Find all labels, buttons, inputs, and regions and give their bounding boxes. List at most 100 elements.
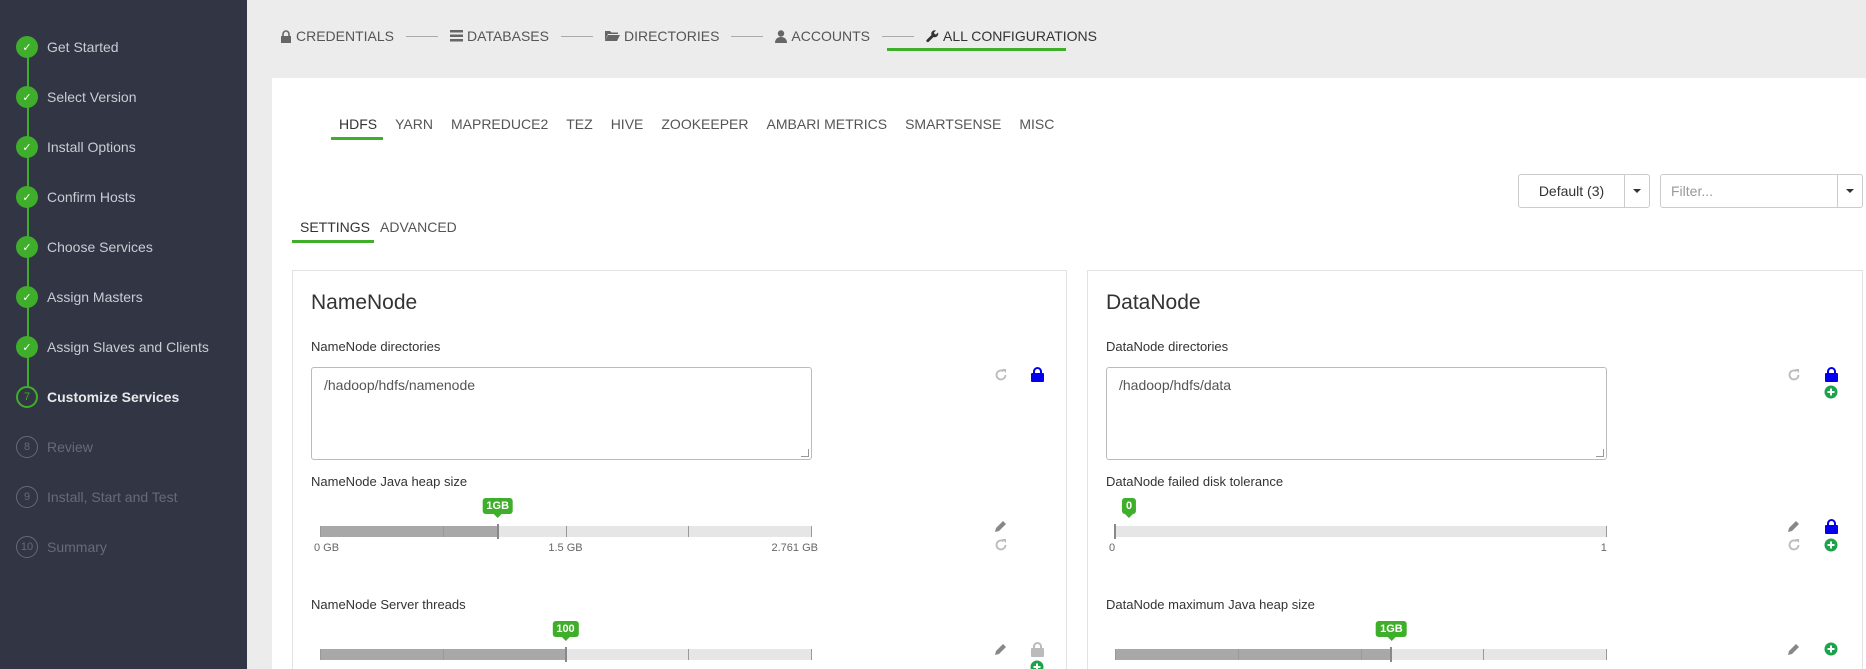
datanode-dirs-label: DataNode directories <box>1106 339 1229 354</box>
nav-divider <box>731 35 764 37</box>
undo-icon[interactable] <box>1786 367 1802 383</box>
nav-divider <box>881 35 914 37</box>
slider-value-badge: 0 <box>1121 498 1137 518</box>
slider-handle[interactable] <box>564 647 567 662</box>
wizard-step-label: Install Options <box>47 139 136 155</box>
slider-track[interactable] <box>1115 526 1606 537</box>
namenode-dirs-input[interactable]: /hadoop/hdfs/namenode <box>311 367 812 460</box>
config-wizard-nav: CREDENTIALS DATABASES DIRECTORIES ACCOUN… <box>280 24 1097 48</box>
service-tab[interactable]: HIVE <box>611 116 644 132</box>
service-tab[interactable]: MAPREDUCE2 <box>451 116 548 132</box>
tab-credentials[interactable]: CREDENTIALS <box>280 24 394 48</box>
wizard-step[interactable]: ✓ Select Version <box>16 85 137 109</box>
slider-tick <box>1606 526 1607 537</box>
tab-databases[interactable]: DATABASES <box>450 24 549 48</box>
check-icon: ✓ <box>16 86 38 108</box>
slider-handle[interactable] <box>1390 647 1393 662</box>
wizard-step[interactable]: ✓ Install Options <box>16 135 136 159</box>
undo-icon[interactable] <box>993 537 1009 553</box>
datanode-tolerance-slider[interactable]: 0 0 1 <box>1109 498 1607 558</box>
namenode-threads-label: NameNode Server threads <box>311 597 466 612</box>
slider-fill <box>320 526 498 537</box>
check-icon: ✓ <box>16 186 38 208</box>
datanode-tolerance-label: DataNode failed disk tolerance <box>1106 474 1284 489</box>
tab-settings[interactable]: SETTINGS <box>300 219 370 235</box>
tab-credentials-label: CREDENTIALS <box>296 28 395 44</box>
pencil-icon[interactable] <box>993 518 1009 534</box>
lock-icon <box>281 29 291 43</box>
service-tab[interactable]: AMBARI METRICS <box>767 116 888 132</box>
wrench-icon <box>926 29 939 42</box>
service-tabs: HDFS YARN MAPREDUCE2 TEZ HIVE ZOOKEEPER AMBARI… <box>339 116 1072 132</box>
config-group-dropdown[interactable] <box>1624 174 1650 208</box>
datanode-dirs-input[interactable]: /hadoop/hdfs/data <box>1106 367 1607 460</box>
tab-accounts-label: ACCOUNTS <box>791 28 870 44</box>
slider-value-badge: 100 <box>552 621 579 641</box>
undo-icon[interactable] <box>1786 537 1802 553</box>
wizard-step-label: Select Version <box>47 89 137 105</box>
lock-icon[interactable] <box>1029 641 1045 657</box>
tab-directories-label: DIRECTORIES <box>623 28 720 44</box>
undo-icon[interactable] <box>993 367 1009 383</box>
pencil-icon[interactable] <box>993 641 1009 657</box>
wizard-step-label: Summary <box>47 539 107 555</box>
tab-all-configurations[interactable]: ALL CONFIGURATIONS <box>926 24 1097 48</box>
namenode-heap-slider[interactable]: 1GB 0 GB 1.5 GB 2.761 GB <box>314 498 818 558</box>
tab-advanced[interactable]: ADVANCED <box>380 219 457 235</box>
service-tab[interactable]: MISC <box>1019 116 1054 132</box>
wizard-step-label: Get Started <box>47 39 119 55</box>
filter-input[interactable]: Filter... <box>1660 174 1838 208</box>
service-tab[interactable]: SMARTSENSE <box>905 116 1001 132</box>
resize-handle[interactable] <box>801 449 809 457</box>
slider-tick <box>320 649 321 660</box>
lock-icon[interactable] <box>1823 366 1839 382</box>
plus-circle-icon[interactable] <box>1823 641 1839 657</box>
wizard-step[interactable]: ✓ Assign Slaves and Clients <box>16 335 209 359</box>
slider-fill <box>1115 649 1392 660</box>
slider-tick <box>1606 649 1607 660</box>
wizard-step-label: Customize Services <box>47 389 180 405</box>
lock-icon[interactable] <box>1029 366 1045 382</box>
tab-accounts[interactable]: ACCOUNTS <box>775 24 870 48</box>
wizard-step[interactable]: ✓ Assign Masters <box>16 285 143 309</box>
tab-directories[interactable]: DIRECTORIES <box>604 24 720 48</box>
wizard-step[interactable]: ✓ Choose Services <box>16 235 153 259</box>
plus-circle-icon[interactable] <box>1823 384 1839 400</box>
slider-handle[interactable] <box>496 524 499 539</box>
wizard-step: 8 Review <box>16 435 93 459</box>
slider-tick-label: 1 <box>1600 542 1607 554</box>
datanode-dirs-value: /hadoop/hdfs/data <box>1119 377 1232 393</box>
config-group-button[interactable]: Default (3) <box>1518 174 1625 208</box>
pencil-icon[interactable] <box>1786 518 1802 534</box>
settings-tab-indicator <box>292 240 374 243</box>
wizard-step[interactable]: ✓ Confirm Hosts <box>16 185 136 209</box>
step-number: 9 <box>16 486 38 508</box>
slider-value-badge: 1GB <box>482 498 514 518</box>
wizard-step-label: Assign Masters <box>47 289 143 305</box>
service-tab[interactable]: YARN <box>395 116 433 132</box>
wizard-step[interactable]: ✓ Get Started <box>16 35 119 59</box>
filter-placeholder: Filter... <box>1671 183 1714 199</box>
database-icon <box>450 30 464 42</box>
filter-dropdown[interactable] <box>1837 174 1863 208</box>
namenode-dirs-label: NameNode directories <box>311 339 441 354</box>
service-tab[interactable]: HDFS <box>339 116 377 132</box>
slider-handle[interactable] <box>1114 524 1116 539</box>
plus-circle-icon[interactable] <box>1029 659 1045 669</box>
wizard-step-label: Review <box>47 439 93 455</box>
step-number: 10 <box>16 536 38 558</box>
slider-tick <box>320 526 321 537</box>
service-tab[interactable]: ZOOKEEPER <box>661 116 748 132</box>
datanode-title: DataNode <box>1106 291 1201 314</box>
pencil-icon[interactable] <box>1786 641 1802 657</box>
service-tab[interactable]: TEZ <box>566 116 592 132</box>
datanode-heap-slider[interactable]: 1GB <box>1115 621 1607 669</box>
nav-divider <box>560 35 593 37</box>
resize-handle[interactable] <box>1596 449 1604 457</box>
lock-icon[interactable] <box>1823 518 1839 534</box>
slider-tick <box>565 526 567 537</box>
wizard-step[interactable]: 7 Customize Services <box>16 385 179 409</box>
folder-icon <box>604 31 620 41</box>
namenode-threads-slider[interactable]: 100 <box>320 621 812 669</box>
plus-circle-icon[interactable] <box>1823 537 1839 553</box>
